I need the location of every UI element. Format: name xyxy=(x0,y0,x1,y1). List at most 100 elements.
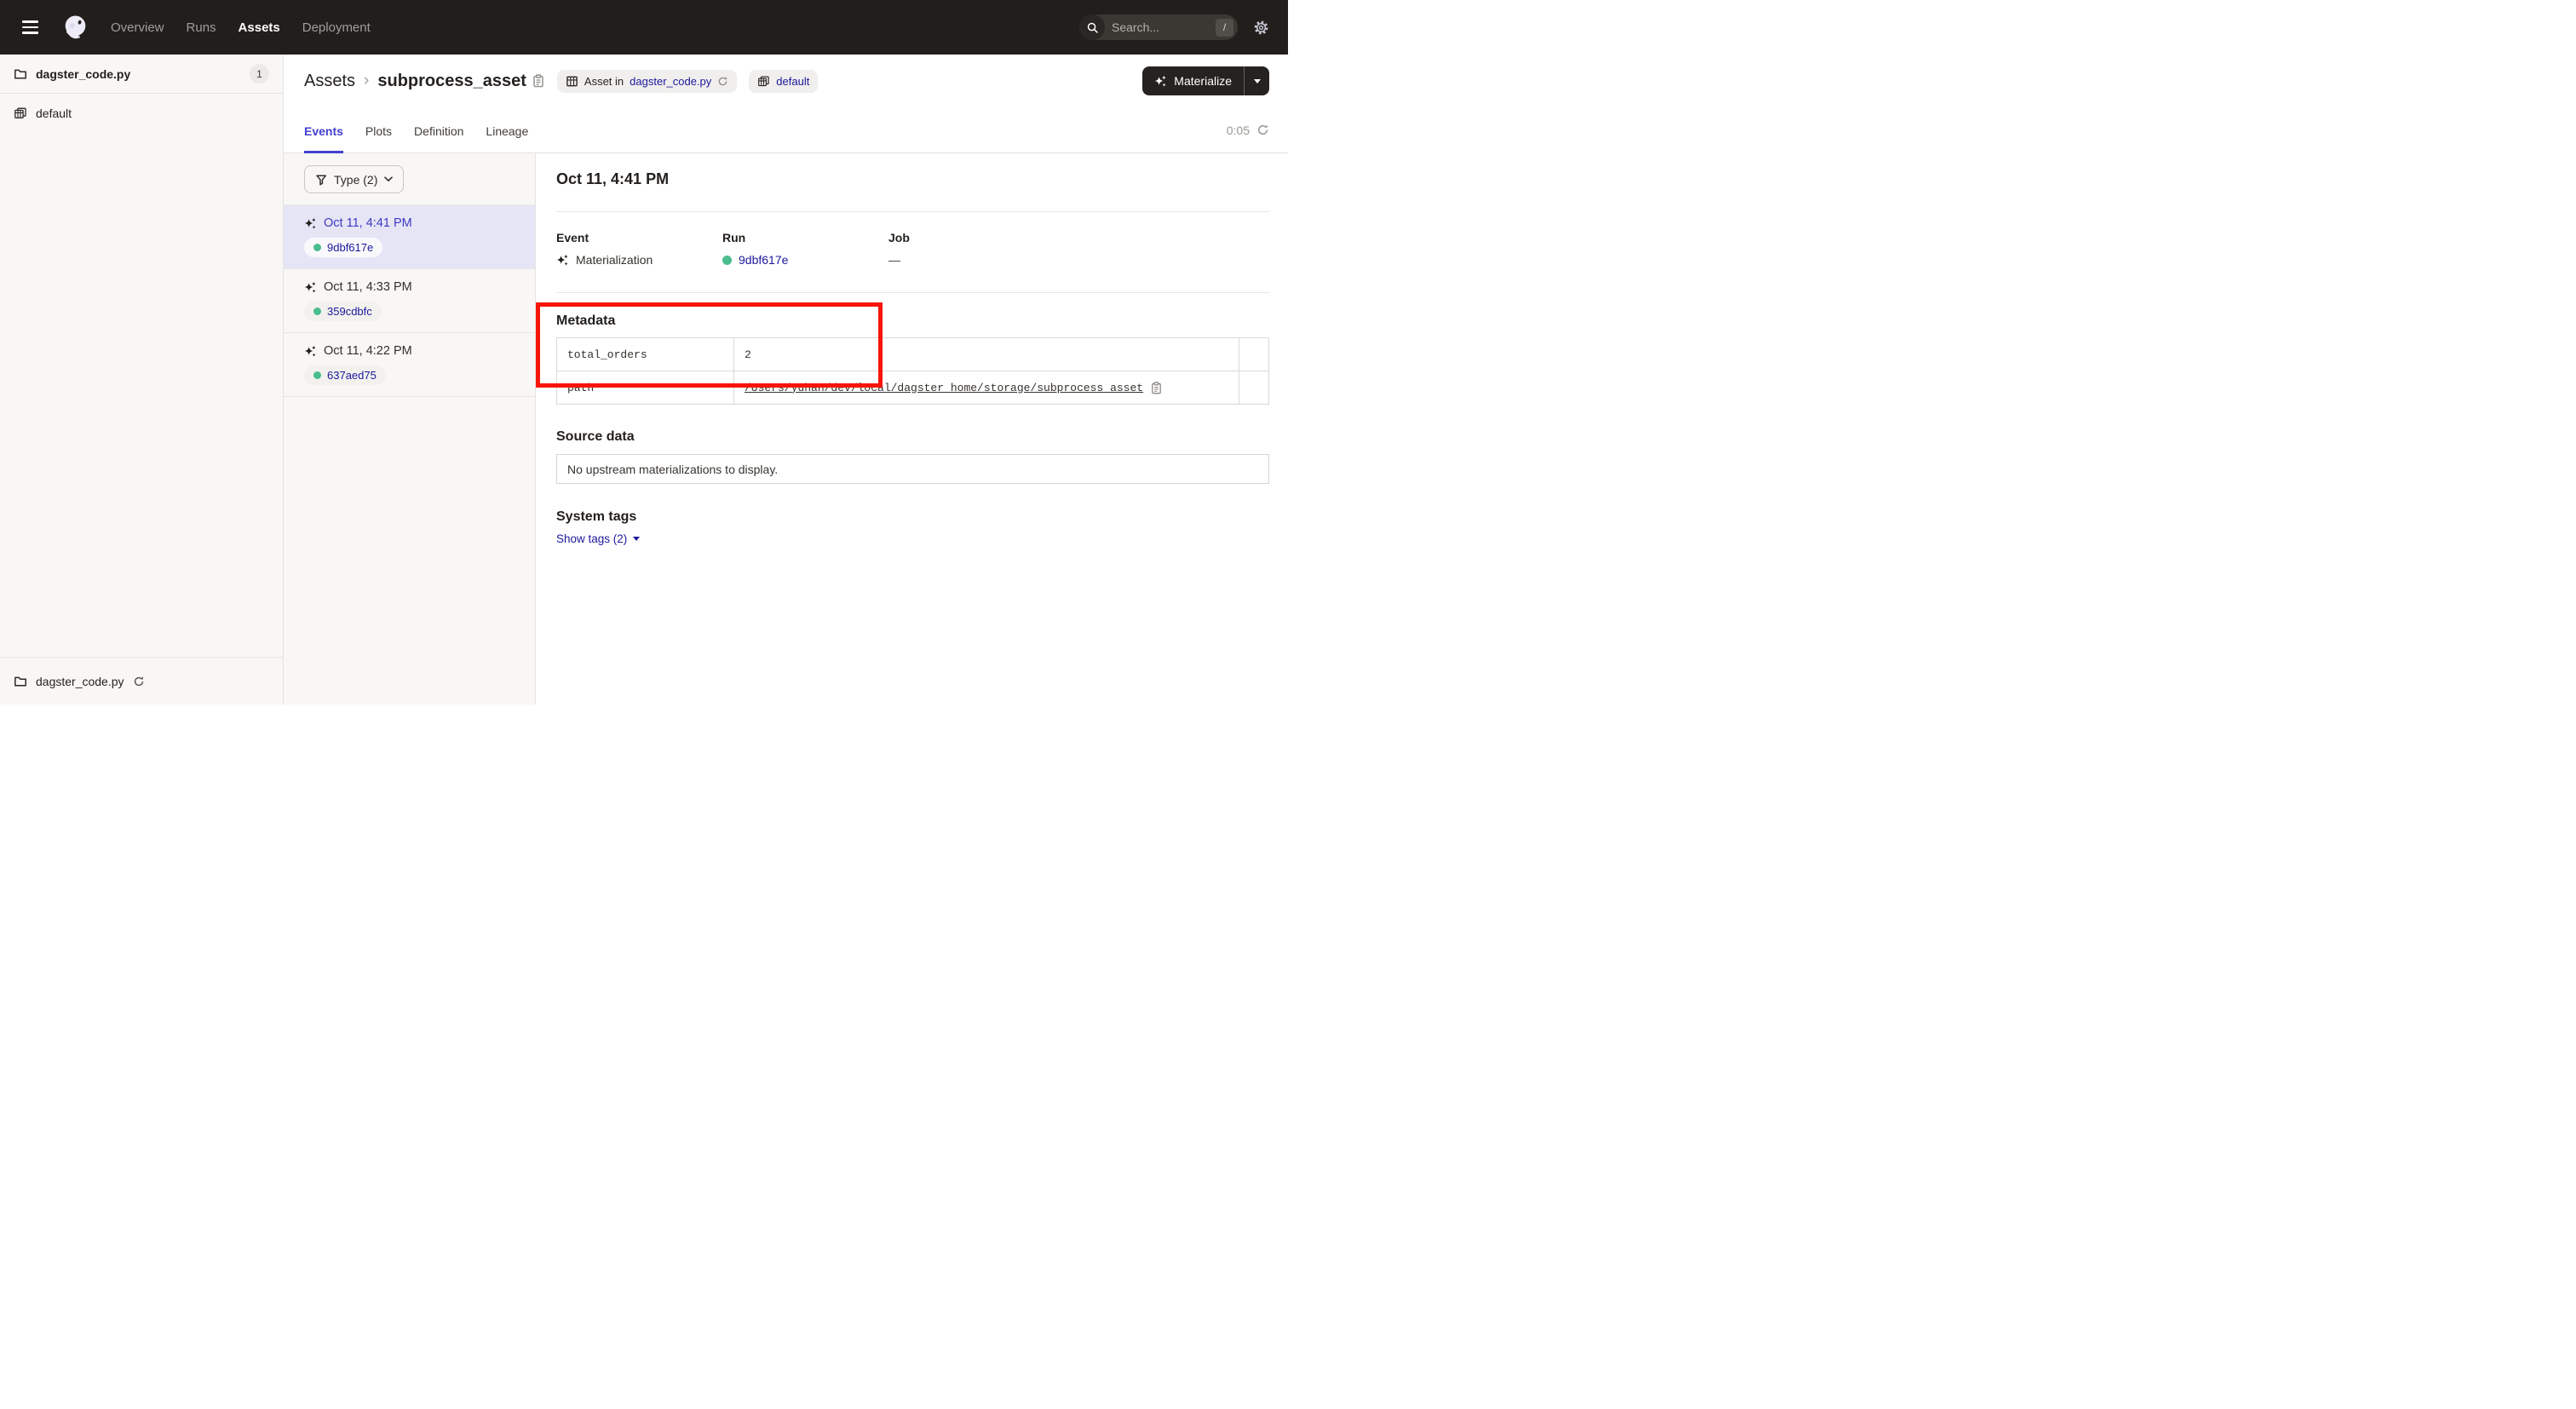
copy-path-icon[interactable] xyxy=(1150,382,1163,394)
run-id-link[interactable]: 9dbf617e xyxy=(739,253,788,267)
run-id-pill[interactable]: 359cdbfc xyxy=(304,302,382,321)
reload-icon[interactable] xyxy=(717,76,728,87)
run-id: 9dbf617e xyxy=(327,241,373,254)
event-summary-columns: Event Materialization Run 9dbf617e xyxy=(556,231,1269,267)
folder-icon xyxy=(14,67,27,81)
event-time-label: Oct 11, 4:33 PM xyxy=(324,280,412,294)
event-list-item[interactable]: Oct 11, 4:33 PM 359cdbfc xyxy=(284,268,535,332)
metadata-key: total_orders xyxy=(557,338,734,371)
tab-plots[interactable]: Plots xyxy=(365,124,392,152)
code-location-label: dagster_code.py xyxy=(36,67,130,81)
divider xyxy=(556,292,1269,293)
materialize-label: Materialize xyxy=(1174,74,1232,88)
job-value: — xyxy=(888,253,900,267)
caret-down-icon xyxy=(633,537,640,541)
event-detail-title: Oct 11, 4:41 PM xyxy=(556,170,1269,188)
event-column: Event Materialization xyxy=(556,231,722,267)
dagster-logo-icon[interactable] xyxy=(60,13,90,43)
breadcrumb-assets-link[interactable]: Assets xyxy=(304,72,355,91)
sidebar-spacer xyxy=(0,133,283,657)
nav-item-deployment[interactable]: Deployment xyxy=(302,20,371,35)
breadcrumb-separator: › xyxy=(364,72,369,90)
footer-code-location-label: dagster_code.py xyxy=(36,675,124,688)
event-list-pane: Type (2) Oct 11, 4:41 PM 9dbf617e xyxy=(284,153,536,704)
sidebar-footer-code-location[interactable]: dagster_code.py xyxy=(0,657,283,704)
asset-tabs-row: Events Plots Definition Lineage 0:05 xyxy=(284,107,1288,153)
top-nav-bar: Overview Runs Assets Deployment Search..… xyxy=(0,0,1288,55)
sidebar-item-default-group[interactable]: default xyxy=(0,94,283,133)
search-icon xyxy=(1079,14,1105,40)
job-column-label: Job xyxy=(888,231,1055,244)
event-time-label: Oct 11, 4:41 PM xyxy=(324,216,412,230)
materialize-dropdown-button[interactable] xyxy=(1244,66,1269,95)
gear-icon[interactable] xyxy=(1253,20,1269,36)
asset-catalog-sidebar: dagster_code.py 1 default dagster_code.p… xyxy=(0,55,284,704)
run-column-label: Run xyxy=(722,231,888,244)
asset-table-icon xyxy=(566,75,578,88)
group-badge: default xyxy=(749,70,818,93)
asset-group-icon xyxy=(757,75,770,88)
chevron-down-icon xyxy=(384,176,393,182)
sidebar-item-code-location[interactable]: dagster_code.py 1 xyxy=(0,55,283,94)
event-type-value: Materialization xyxy=(576,253,653,267)
funnel-icon xyxy=(315,174,327,186)
nav-item-overview[interactable]: Overview xyxy=(111,20,164,35)
event-list-filler xyxy=(284,396,535,704)
search-placeholder: Search... xyxy=(1112,20,1159,34)
metadata-actions-cell xyxy=(1239,338,1269,371)
run-success-dot xyxy=(313,371,321,379)
asset-header-row: Assets › subprocess_asset Asset in dagst… xyxy=(284,55,1288,107)
materialize-button[interactable]: Materialize xyxy=(1142,66,1244,95)
search-input[interactable]: Search... / xyxy=(1079,14,1238,40)
show-tags-toggle[interactable]: Show tags (2) xyxy=(556,532,640,545)
materialization-sparkle-icon xyxy=(304,345,317,358)
caret-down-icon xyxy=(1254,79,1261,83)
show-tags-label: Show tags (2) xyxy=(556,532,627,545)
materialize-split-button: Materialize xyxy=(1142,66,1269,95)
metadata-key: path xyxy=(557,371,734,405)
asset-group-icon xyxy=(14,106,27,120)
refresh-timer: 0:05 xyxy=(1227,124,1269,137)
table-row: total_orders 2 xyxy=(557,338,1269,371)
source-data-heading: Source data xyxy=(556,429,1269,445)
divider xyxy=(556,211,1269,212)
tabs: Events Plots Definition Lineage xyxy=(304,124,528,152)
type-filter-button[interactable]: Type (2) xyxy=(304,165,404,193)
reload-icon[interactable] xyxy=(133,676,145,687)
materialization-sparkle-icon xyxy=(304,217,317,230)
copy-asset-name-icon[interactable] xyxy=(532,74,545,88)
refresh-icon[interactable] xyxy=(1256,124,1269,136)
run-success-dot xyxy=(313,244,321,251)
metadata-value: 2 xyxy=(734,338,1239,371)
code-location-badge: Asset in dagster_code.py xyxy=(557,70,737,93)
primary-nav: Overview Runs Assets Deployment xyxy=(111,20,371,35)
run-success-dot xyxy=(313,308,321,315)
nav-item-runs[interactable]: Runs xyxy=(187,20,216,35)
metadata-heading: Metadata xyxy=(556,313,1269,329)
run-id-pill[interactable]: 9dbf617e xyxy=(304,238,382,257)
tab-lineage[interactable]: Lineage xyxy=(486,124,528,152)
table-row: path /Users/yuhan/dev/local/dagster_home… xyxy=(557,371,1269,405)
event-column-label: Event xyxy=(556,231,722,244)
metadata-table: total_orders 2 path /Users/yuhan/dev/loc… xyxy=(556,337,1269,405)
breadcrumb: Assets › subprocess_asset xyxy=(304,72,526,91)
job-column: Job — xyxy=(888,231,1055,267)
menu-icon[interactable] xyxy=(19,15,42,38)
event-list-item[interactable]: Oct 11, 4:22 PM 637aed75 xyxy=(284,332,535,396)
materialization-sparkle-icon xyxy=(556,254,569,267)
run-id-pill[interactable]: 637aed75 xyxy=(304,365,386,385)
tab-events[interactable]: Events xyxy=(304,124,343,152)
nav-item-assets[interactable]: Assets xyxy=(239,20,280,35)
nav-right-cluster: Search... / xyxy=(1079,14,1269,40)
badge-prefix: Asset in xyxy=(584,75,624,88)
group-link[interactable]: default xyxy=(776,75,809,88)
path-link[interactable]: /Users/yuhan/dev/local/dagster_home/stor… xyxy=(745,382,1143,394)
run-id: 637aed75 xyxy=(327,369,377,382)
event-list-item[interactable]: Oct 11, 4:41 PM 9dbf617e xyxy=(284,204,535,268)
tab-definition[interactable]: Definition xyxy=(414,124,463,152)
folder-icon xyxy=(14,675,27,688)
run-id: 359cdbfc xyxy=(327,305,372,318)
run-column: Run 9dbf617e xyxy=(722,231,888,267)
code-location-link[interactable]: dagster_code.py xyxy=(630,75,711,88)
sparkle-icon xyxy=(1154,75,1167,88)
